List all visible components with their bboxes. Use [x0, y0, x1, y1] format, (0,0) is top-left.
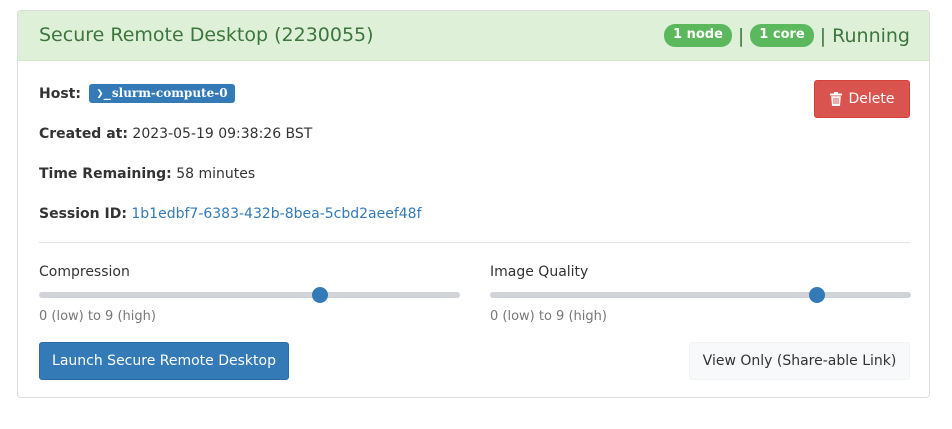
image-quality-control: Image Quality 0 (low) to 9 (high)	[490, 264, 911, 324]
time-remaining-label: Time Remaining:	[39, 166, 172, 182]
divider	[39, 242, 910, 243]
session-id-label: Session ID:	[39, 206, 127, 222]
host-tag: ❯_slurm-compute-0	[89, 84, 235, 103]
launch-remote-desktop-button[interactable]: Launch Secure Remote Desktop	[39, 342, 289, 380]
host-label: Host:	[39, 86, 81, 102]
delete-button[interactable]: Delete	[814, 80, 910, 118]
cores-badge: 1 core	[750, 24, 814, 47]
host-row: Host: ❯_slurm-compute-0	[39, 84, 235, 103]
session-summary: 1 node | 1 core | Running	[664, 24, 910, 47]
status-text: Running	[832, 24, 910, 47]
trash-icon	[829, 92, 842, 106]
time-remaining-row: Time Remaining: 58 minutes	[39, 166, 255, 182]
session-card: Secure Remote Desktop (2230055) 1 node |…	[17, 10, 930, 398]
created-row: Created at: 2023-05-19 09:38:26 BST	[39, 126, 312, 142]
created-value: 2023-05-19 09:38:26 BST	[132, 126, 313, 142]
delete-label: Delete	[848, 91, 895, 107]
image-quality-label: Image Quality	[490, 264, 589, 280]
compression-slider-handle[interactable]	[311, 287, 328, 303]
compression-slider[interactable]	[39, 287, 460, 303]
compression-hint: 0 (low) to 9 (high)	[39, 309, 156, 324]
session-id-row: Session ID: 1b1edbf7-6383-432b-8bea-5cbd…	[39, 206, 422, 222]
separator: |	[819, 24, 827, 47]
separator: |	[737, 24, 745, 47]
compression-label: Compression	[39, 264, 130, 280]
view-only-link-button[interactable]: View Only (Share-able Link)	[689, 342, 910, 380]
session-id-link[interactable]: 1b1edbf7-6383-432b-8bea-5cbd2aeef48f	[131, 206, 421, 222]
image-quality-slider-handle[interactable]	[809, 287, 826, 303]
image-quality-hint: 0 (low) to 9 (high)	[490, 309, 607, 324]
session-title: Secure Remote Desktop (2230055)	[39, 24, 374, 46]
compression-control: Compression 0 (low) to 9 (high)	[39, 264, 460, 324]
image-quality-slider[interactable]	[490, 287, 911, 303]
nodes-badge: 1 node	[664, 24, 732, 47]
time-remaining-value: 58 minutes	[176, 166, 256, 182]
host-value: slurm-compute-0	[111, 86, 228, 100]
created-label: Created at:	[39, 126, 128, 142]
card-header: Secure Remote Desktop (2230055) 1 node |…	[18, 11, 929, 61]
terminal-icon: ❯_	[96, 86, 111, 100]
